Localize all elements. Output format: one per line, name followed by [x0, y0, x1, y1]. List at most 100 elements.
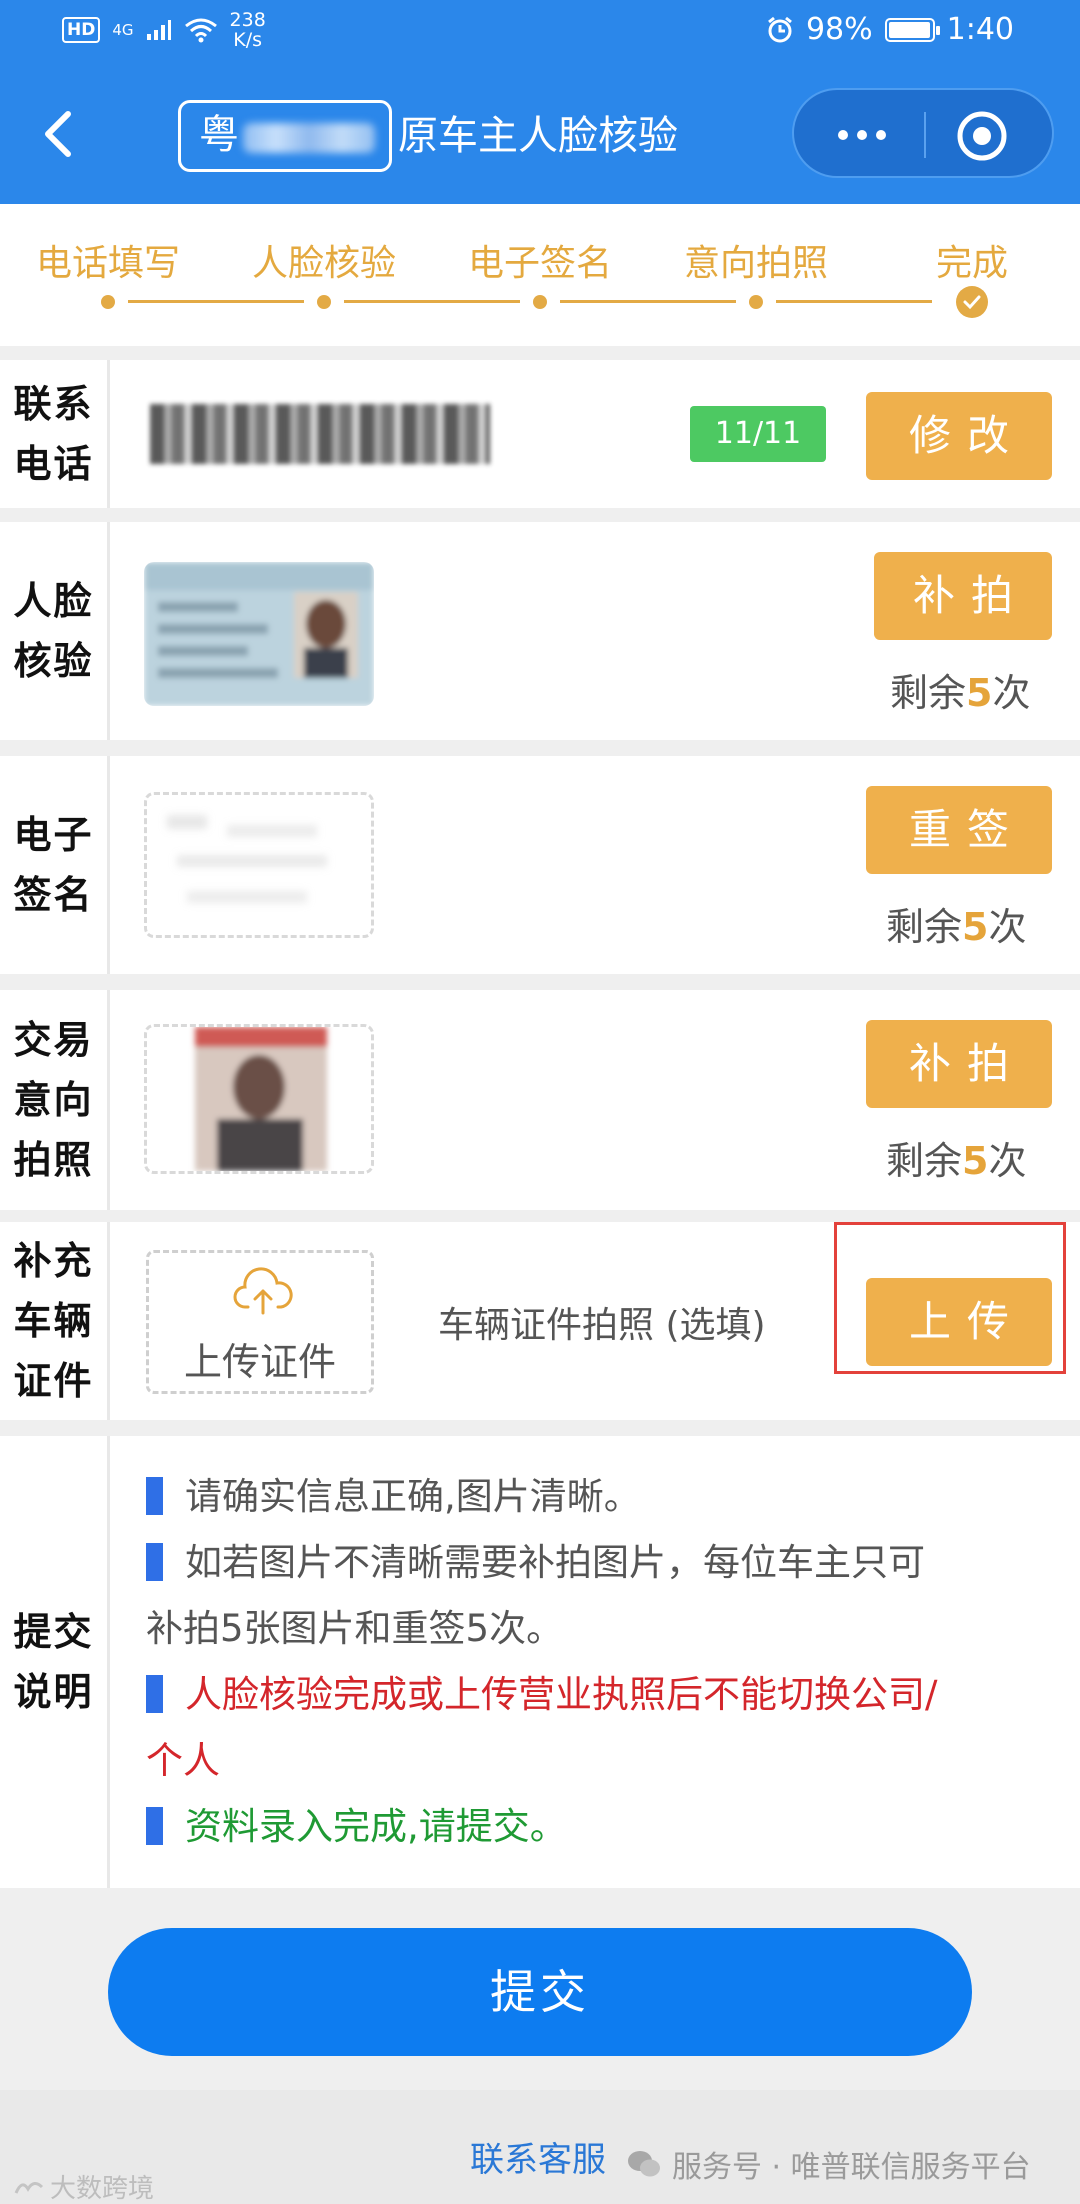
step-dot	[749, 295, 763, 309]
remain-prefix: 剩余	[886, 905, 963, 949]
battery-percent: 98%	[805, 12, 873, 47]
wifi-icon	[184, 18, 217, 43]
header: HD 4G 238 K/s 98% 1:40 粤 原车主人脸核验	[0, 0, 1080, 204]
nav-bar: 粤 原车主人脸核验	[0, 84, 1080, 188]
instruction-text: 资料录入完成,请提交。	[185, 1805, 567, 1848]
step-photo: 意向拍照	[683, 243, 829, 284]
step-connector	[128, 300, 304, 303]
signature-retries-remaining: 剩余5次	[886, 896, 1026, 951]
label-phone: 联系电话	[13, 382, 94, 486]
row-label: 补充车辆证件	[0, 1222, 110, 1420]
instruction-item: 如若图片不清晰需要补拍图片，每位车主只可	[146, 1530, 1046, 1596]
label-intent-photo: 交易意向拍照	[13, 1018, 94, 1182]
cloud-upload-icon	[233, 1267, 293, 1315]
label-vehicle-docs: 补充车辆证件	[13, 1239, 94, 1403]
row-intent-photo: 交易意向拍照 补拍 剩余5次	[0, 990, 1080, 1210]
remain-suffix: 次	[992, 671, 1031, 715]
row-instructions: 提交说明 请确实信息正确,图片清晰。 如若图片不清晰需要补拍图片，每位车主只可 …	[0, 1436, 1080, 1888]
instruction-text: 请确实信息正确,图片清晰。	[185, 1475, 641, 1518]
back-arrow-icon[interactable]	[30, 104, 90, 164]
remain-prefix: 剩余	[890, 671, 967, 715]
remain-count: 5	[962, 905, 989, 949]
remain-suffix: 次	[988, 1139, 1027, 1183]
remain-count: 5	[962, 1139, 989, 1183]
battery-level	[888, 21, 930, 38]
mini-program-capsule	[792, 88, 1054, 178]
step-dot	[317, 295, 331, 309]
step-complete: 完成	[935, 243, 1009, 284]
upload-document-box[interactable]: 上传证件	[146, 1250, 374, 1394]
instructions-text: 请确实信息正确,图片清晰。 如若图片不清晰需要补拍图片，每位车主只可 补拍5张图…	[146, 1464, 1046, 1860]
step-dot	[533, 295, 547, 309]
instruction-item-warning: 人脸核验完成或上传营业执照后不能切换公司/	[146, 1662, 1046, 1728]
label-instructions: 提交说明	[13, 1610, 94, 1714]
submit-button[interactable]: 提交	[108, 1928, 972, 2056]
status-right: 98% 1:40	[766, 12, 1014, 47]
status-bar: HD 4G 238 K/s 98% 1:40	[0, 0, 1080, 64]
license-plate: 粤	[178, 100, 392, 172]
remain-prefix: 剩余	[886, 1139, 963, 1183]
signature-thumbnail[interactable]	[144, 792, 374, 938]
person-photo-image	[195, 1027, 327, 1171]
page-title: 原车主人脸核验	[398, 113, 678, 159]
phone-number-redacted	[150, 404, 490, 464]
footer: 联系客服 服务号 · 唯普联信服务平台 大数跨境	[0, 2090, 1080, 2204]
row-label: 交易意向拍照	[0, 990, 110, 1210]
progress-steps: 电话填写 人脸核验 电子签名 意向拍照 完成	[0, 204, 1080, 346]
instruction-text: 个人	[146, 1739, 220, 1782]
plate-number-redacted	[243, 123, 375, 153]
brand-logo-icon	[14, 2181, 44, 2194]
remain-suffix: 次	[988, 905, 1027, 949]
vehicle-docs-description: 车辆证件拍照 (选填)	[438, 1305, 766, 1346]
speed-unit: K/s	[233, 29, 263, 51]
phone-length-counter: 11/11	[690, 406, 826, 462]
row-face: 人脸核验 补拍 剩余5次	[0, 522, 1080, 740]
watermark-brand: 大数跨境	[14, 2168, 154, 2204]
step-face: 人脸核验	[251, 243, 397, 284]
remain-count: 5	[966, 671, 993, 715]
watermark-service-account: 服务号 · 唯普联信服务平台	[626, 2142, 1031, 2186]
row-vehicle-docs: 补充车辆证件 上传证件 车辆证件拍照 (选填) 上传	[0, 1222, 1080, 1420]
face-photo-thumbnail[interactable]	[144, 562, 374, 706]
step-connector	[344, 300, 520, 303]
label-signature: 电子签名	[13, 813, 94, 917]
bullet-bar	[146, 1477, 163, 1515]
row-label: 人脸核验	[0, 522, 110, 740]
instruction-item: 请确实信息正确,图片清晰。	[146, 1464, 1046, 1530]
bullet-bar	[146, 1543, 163, 1581]
more-dots-icon[interactable]	[822, 104, 902, 166]
status-left: HD 4G 238 K/s	[62, 10, 266, 50]
upload-document-label: 上传证件	[183, 1340, 336, 1384]
step-connector	[560, 300, 736, 303]
row-signature: 电子签名 重签 剩余5次	[0, 756, 1080, 974]
watermark-text: 服务号 · 唯普联信服务平台	[672, 2150, 1031, 2185]
battery-icon	[884, 17, 940, 42]
resign-button[interactable]: 重签	[866, 786, 1052, 874]
instruction-item-ok: 资料录入完成,请提交。	[146, 1794, 1046, 1860]
watermark-text: 大数跨境	[50, 2174, 155, 2204]
checkmark-icon	[956, 286, 988, 318]
upload-button[interactable]: 上传	[866, 1278, 1052, 1366]
contact-support-link[interactable]: 联系客服	[470, 2132, 606, 2181]
network-speed: 238 K/s	[230, 10, 266, 50]
bullet-bar	[146, 1675, 163, 1713]
network-type: 4G	[112, 20, 134, 39]
retake-intent-photo-button[interactable]: 补拍	[866, 1020, 1052, 1108]
row-label: 提交说明	[0, 1436, 110, 1888]
speed-value: 238	[229, 9, 266, 31]
intent-photo-thumbnail[interactable]	[144, 1024, 374, 1174]
row-label: 电子签名	[0, 756, 110, 974]
instruction-text: 补拍5张图片和重签5次。	[146, 1607, 564, 1650]
row-label: 联系电话	[0, 360, 110, 508]
id-card-image	[144, 562, 374, 706]
signal-icon	[146, 20, 171, 40]
capsule-divider	[924, 112, 926, 158]
alarm-icon	[768, 16, 792, 42]
retake-face-button[interactable]: 补拍	[874, 552, 1052, 640]
bullet-bar	[146, 1807, 163, 1845]
intent-photo-retries-remaining: 剩余5次	[886, 1130, 1026, 1185]
instruction-text: 如若图片不清晰需要补拍图片，每位车主只可	[185, 1541, 925, 1584]
edit-phone-button[interactable]: 修改	[866, 392, 1052, 480]
close-circle-icon[interactable]	[954, 108, 1010, 164]
signature-image	[167, 815, 327, 903]
